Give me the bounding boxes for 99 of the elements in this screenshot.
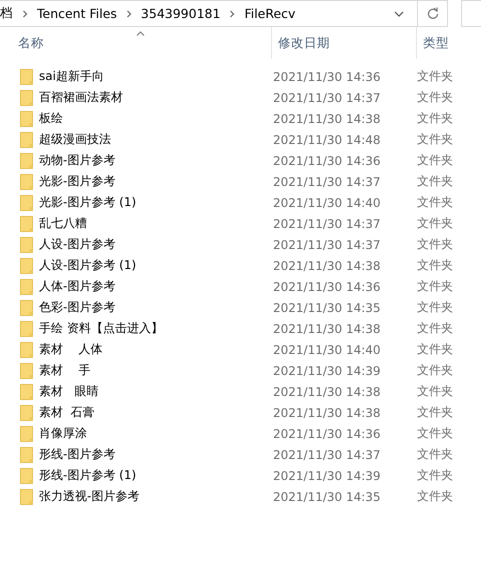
folder-icon — [20, 446, 33, 462]
sort-icon — [136, 31, 145, 36]
folder-icon — [20, 488, 33, 504]
file-name[interactable]: 素材 手 — [39, 362, 273, 379]
file-type: 文件夹 — [417, 467, 453, 484]
column-header[interactable]: 类型 — [417, 27, 481, 59]
file-type: 文件夹 — [417, 152, 453, 169]
modified-date: 2021/11/30 14:36 — [273, 70, 382, 84]
folder-icon — [20, 468, 33, 484]
file-name[interactable]: 肖像厚涂 — [39, 425, 273, 442]
chevron-icon[interactable] — [229, 10, 236, 18]
file-type: 文件夹 — [417, 194, 453, 211]
refresh-icon — [426, 7, 438, 20]
file-type: 文件夹 — [417, 278, 453, 295]
file-name[interactable]: 动物-图片参考 — [39, 152, 273, 169]
file-name[interactable]: 手绘 资料【点击进入】 — [39, 320, 273, 337]
modified-date: 2021/11/30 14:38 — [273, 258, 382, 272]
folder-icon — [20, 236, 33, 252]
modified-date: 2021/11/30 14:35 — [273, 300, 382, 314]
search-field[interactable] — [461, 0, 481, 27]
refresh-button[interactable] — [418, 0, 448, 27]
file-type: 文件夹 — [417, 446, 453, 463]
file-name[interactable]: 人设-图片参考 (1) — [39, 257, 273, 274]
file-name[interactable]: 形线-图片参考 — [39, 446, 273, 463]
column-header[interactable]: 修改日期 — [272, 27, 417, 59]
folder-icon — [20, 300, 33, 316]
chevron-icon[interactable] — [126, 10, 132, 18]
modified-date: 2021/11/30 14:36 — [273, 280, 382, 294]
file-name[interactable]: 人体-图片参考 — [39, 278, 273, 295]
file-type: 文件夹 — [417, 320, 453, 337]
file-name[interactable]: 超级漫画技法 — [39, 131, 273, 148]
breadcrumb-item[interactable]: Tencent Files — [37, 6, 117, 21]
file-name[interactable]: 光影-图片参考 (1) — [39, 194, 273, 211]
file-name[interactable]: 色彩-图片参考 — [39, 299, 273, 316]
modified-date: 2021/11/30 14:39 — [273, 364, 382, 378]
file-type: 文件夹 — [417, 215, 453, 232]
modified-date: 2021/11/30 14:37 — [273, 90, 382, 104]
file-name[interactable]: 素材 人体 — [39, 341, 273, 358]
file-name[interactable]: 形线-图片参考 (1) — [39, 467, 273, 484]
file-type: 文件夹 — [417, 236, 453, 253]
file-name[interactable]: 板绘 — [39, 110, 273, 127]
modified-date: 2021/11/30 14:37 — [273, 216, 382, 230]
breadcrumb-item[interactable]: 3543990181 — [140, 6, 220, 21]
breadcrumb-item[interactable]: FileRecv — [244, 6, 296, 21]
folder-icon — [20, 194, 33, 210]
file-type: 文件夹 — [417, 488, 453, 505]
modified-date: 2021/11/30 14:38 — [273, 384, 382, 398]
file-type: 文件夹 — [417, 110, 453, 127]
address-bar[interactable]: 档 Tencent Files 3543990181 FileRecv — [0, 0, 418, 27]
modified-date: 2021/11/30 14:39 — [273, 468, 382, 482]
folder-icon — [20, 110, 33, 126]
modified-date: 2021/11/30 14:38 — [273, 112, 382, 126]
folder-icon — [20, 258, 33, 274]
folder-icon — [20, 404, 33, 420]
folder-icon — [20, 152, 33, 168]
modified-date: 2021/11/30 14:36 — [273, 426, 382, 440]
folder-icon — [20, 342, 33, 358]
file-type: 文件夹 — [417, 425, 453, 442]
modified-date: 2021/11/30 14:35 — [273, 490, 382, 504]
file-type: 文件夹 — [417, 362, 453, 379]
file-name[interactable]: 人设-图片参考 — [39, 236, 273, 253]
folder-icon — [20, 132, 33, 148]
file-name[interactable]: 乱七八糟 — [39, 215, 273, 232]
folder-icon — [20, 174, 33, 190]
file-name[interactable]: sai超新手向 — [39, 68, 273, 85]
modified-date: 2021/11/30 14:40 — [273, 342, 382, 356]
modified-date: 2021/11/30 14:37 — [273, 174, 382, 188]
file-type: 文件夹 — [417, 173, 453, 190]
modified-date: 2021/11/30 14:38 — [273, 322, 382, 336]
file-type: 文件夹 — [417, 257, 453, 274]
folder-icon — [20, 278, 33, 294]
modified-date: 2021/11/30 14:37 — [273, 448, 382, 462]
file-name[interactable]: 素材 眼睛 — [39, 383, 273, 400]
modified-date: 2021/11/30 14:37 — [273, 238, 382, 252]
file-name[interactable]: 张力透视-图片参考 — [39, 488, 273, 505]
file-type: 文件夹 — [417, 89, 453, 106]
file-type: 文件夹 — [417, 404, 453, 421]
file-name[interactable]: 光影-图片参考 — [39, 173, 273, 190]
file-type: 文件夹 — [417, 299, 453, 316]
folder-icon — [20, 426, 33, 442]
modified-date: 2021/11/30 14:38 — [273, 406, 382, 420]
file-name[interactable]: 素材 石膏 — [39, 404, 273, 421]
file-type: 文件夹 — [417, 131, 453, 148]
breadcrumb-item[interactable]: 档 — [0, 5, 13, 22]
file-type: 文件夹 — [417, 383, 453, 400]
file-name[interactable]: 百褶裙画法素材 — [39, 89, 273, 106]
folder-icon — [20, 216, 33, 232]
folder-icon — [20, 90, 33, 106]
folder-icon — [20, 362, 33, 378]
folder-icon — [20, 320, 33, 336]
modified-date: 2021/11/30 14:36 — [273, 154, 382, 168]
folder-icon — [20, 68, 33, 84]
chevron-icon[interactable] — [22, 10, 28, 18]
folder-icon — [20, 384, 33, 400]
file-type: 文件夹 — [417, 341, 453, 358]
column-header[interactable]: 名称 — [0, 27, 272, 59]
modified-date: 2021/11/30 14:40 — [273, 196, 382, 210]
modified-date: 2021/11/30 14:48 — [273, 132, 382, 146]
file-type: 文件夹 — [417, 68, 453, 85]
